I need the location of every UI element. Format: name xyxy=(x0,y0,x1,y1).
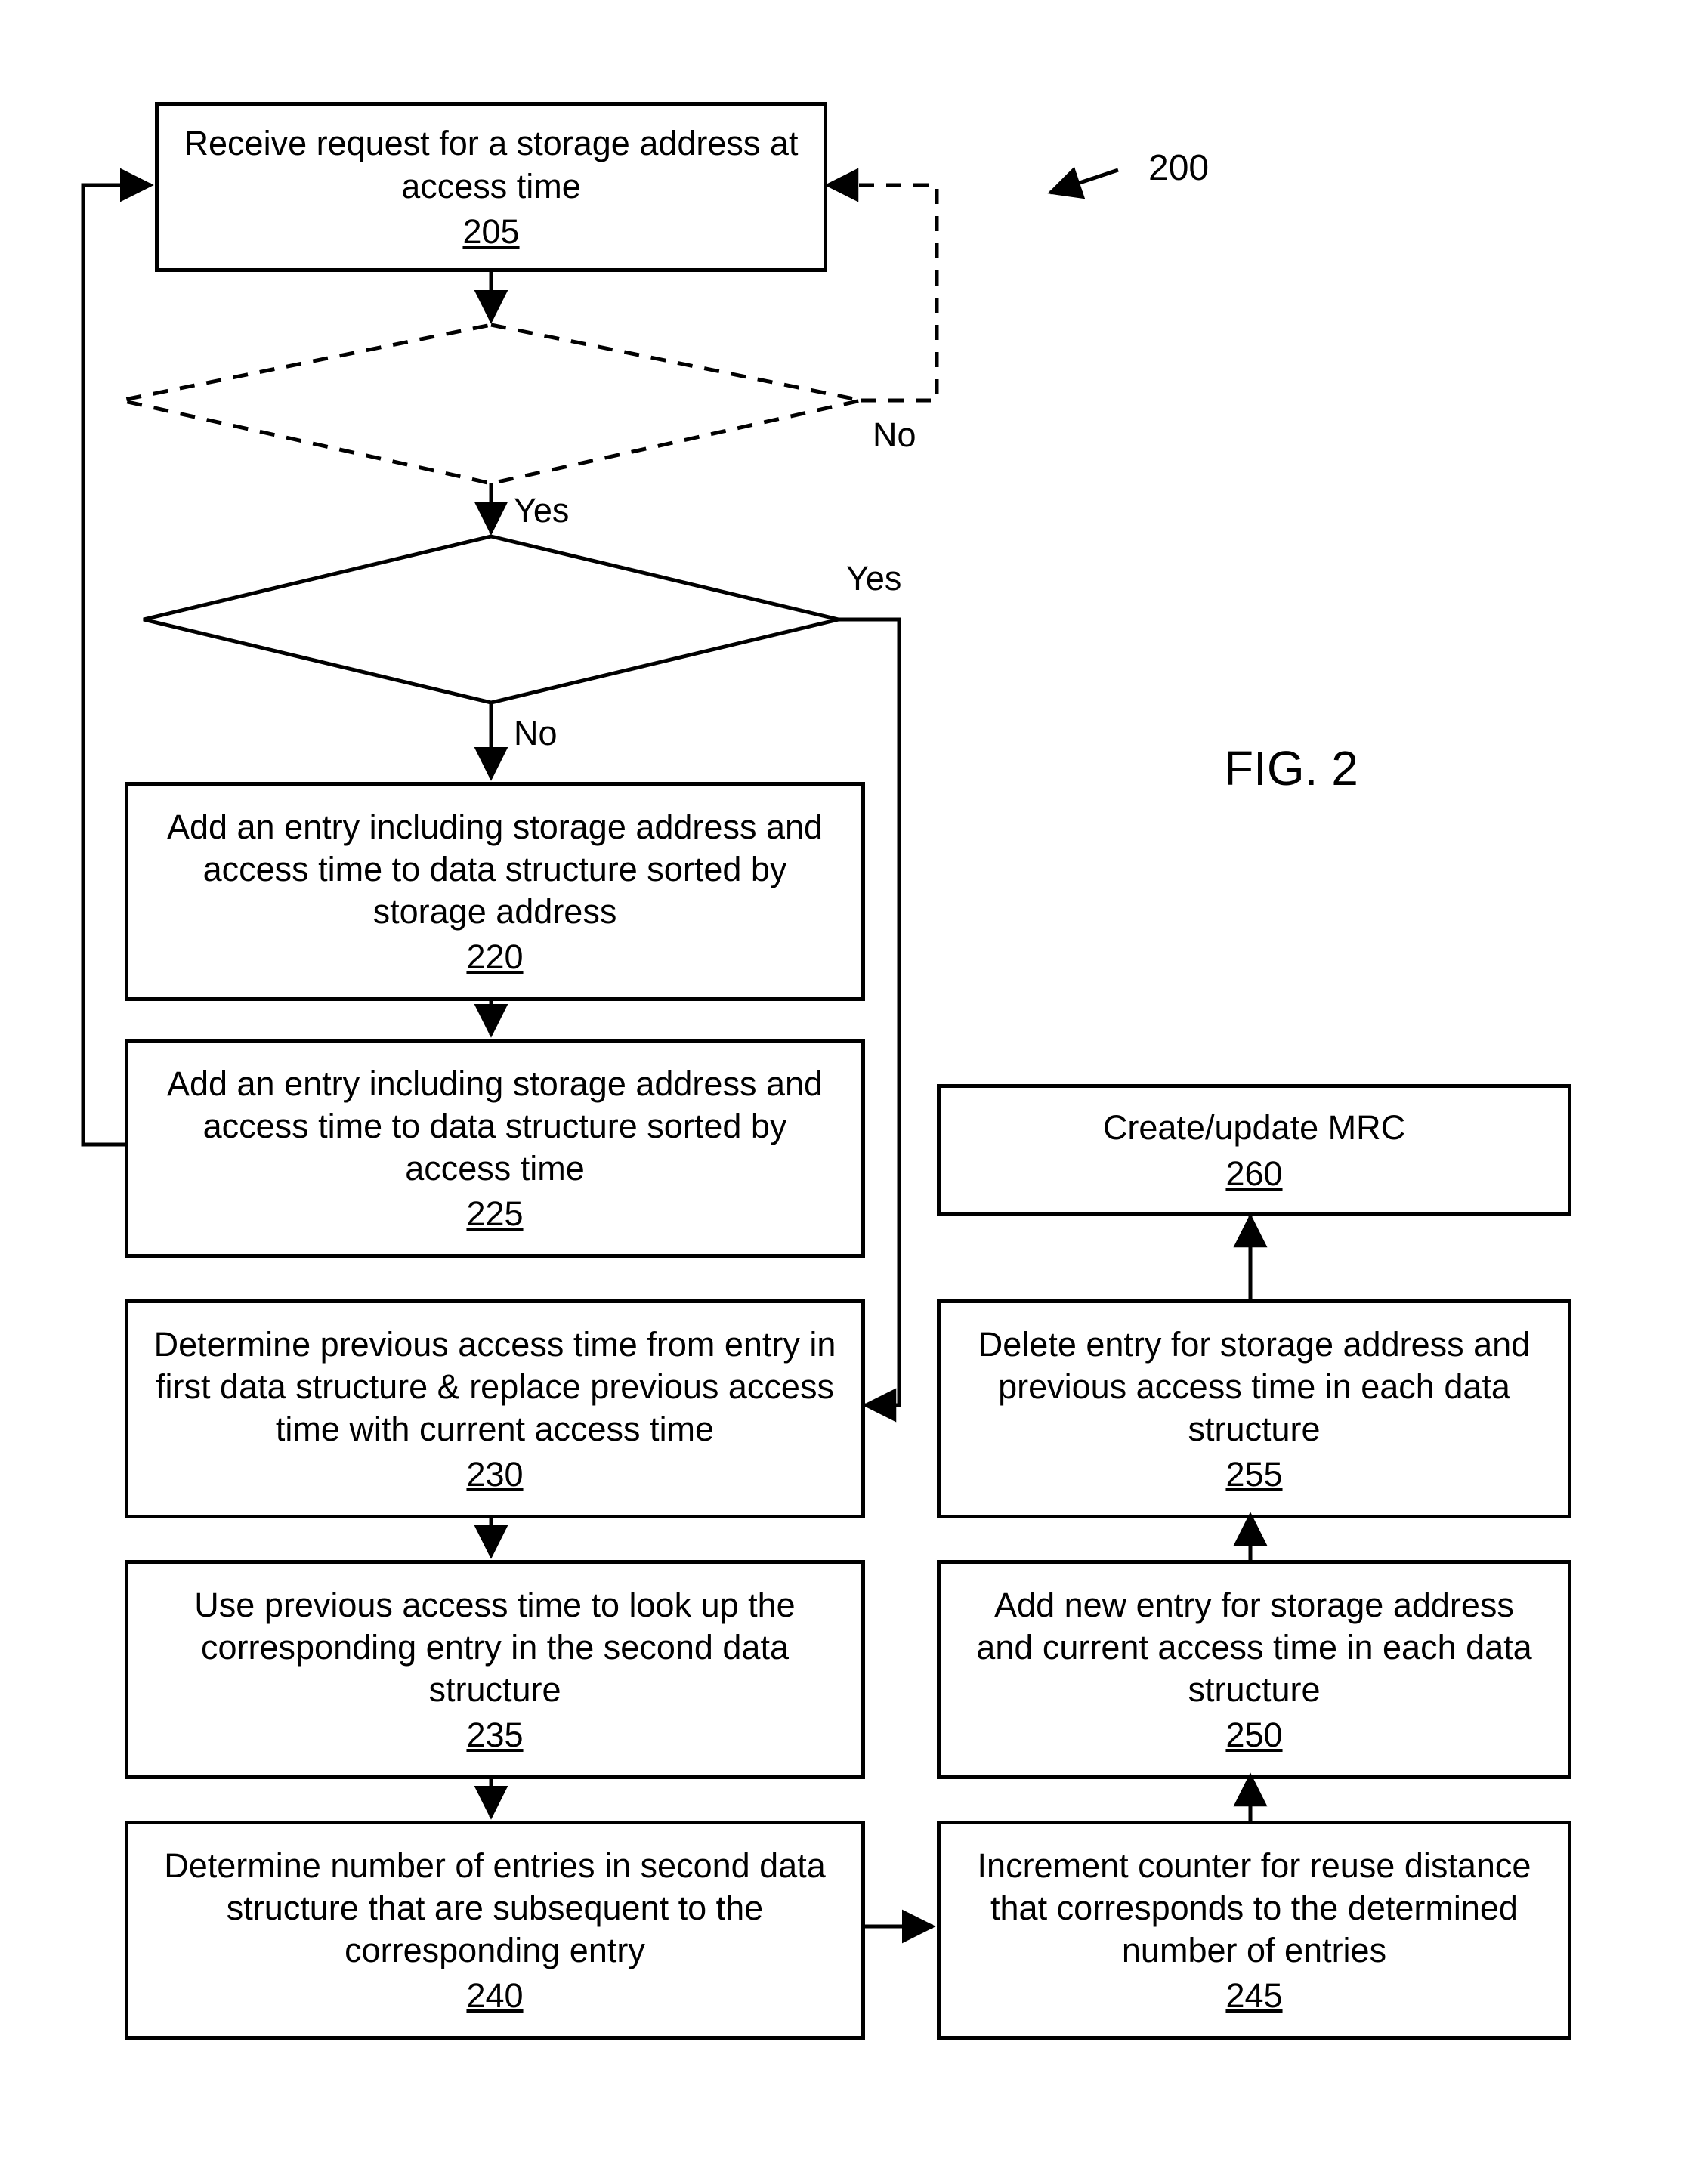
edge-215-yes: Yes xyxy=(846,559,901,598)
edge-215-no: No xyxy=(514,714,558,753)
node-260: Create/update MRC 260 xyxy=(937,1084,1571,1216)
node-235-text: Use previous access time to look up the … xyxy=(128,1584,861,1712)
flowchart-canvas: FIG. 2 200 Receive request for a storage… xyxy=(0,0,1681,2184)
node-215-ref: 215 xyxy=(462,646,519,684)
node-245-ref: 245 xyxy=(1225,1976,1282,2016)
node-245-text: Increment counter for reuse distance tha… xyxy=(941,1845,1568,1972)
node-215-text: Storage address in first data structure? xyxy=(219,559,763,644)
node-255-ref: 255 xyxy=(1225,1455,1282,1494)
node-245: Increment counter for reuse distance tha… xyxy=(937,1821,1571,2040)
node-220-ref: 220 xyxy=(466,938,523,977)
node-250-ref: 250 xyxy=(1225,1716,1282,1755)
node-205-text: Receive request for a storage address at… xyxy=(159,122,824,208)
node-255: Delete entry for storage address and pre… xyxy=(937,1299,1571,1518)
node-240-ref: 240 xyxy=(466,1976,523,2016)
edge-210-no: No xyxy=(873,415,916,455)
node-210-label: Is storage address tracked? 210 xyxy=(287,344,695,471)
node-205-ref: 205 xyxy=(462,212,519,252)
node-230-ref: 230 xyxy=(466,1455,523,1494)
node-210-ref: 210 xyxy=(462,431,519,469)
figure-ref-200: 200 xyxy=(1148,147,1209,189)
node-225-ref: 225 xyxy=(466,1194,523,1234)
node-255-text: Delete entry for storage address and pre… xyxy=(941,1324,1568,1451)
node-210-text: Is storage address tracked? xyxy=(287,344,695,429)
node-235-ref: 235 xyxy=(466,1716,523,1755)
node-260-text: Create/update MRC xyxy=(1080,1107,1428,1149)
node-225-text: Add an entry including storage address a… xyxy=(128,1063,861,1191)
node-205: Receive request for a storage address at… xyxy=(155,102,827,272)
edge-210-yes: Yes xyxy=(514,491,569,530)
node-260-ref: 260 xyxy=(1225,1154,1282,1194)
node-230: Determine previous access time from entr… xyxy=(125,1299,865,1518)
figure-label: FIG. 2 xyxy=(1224,740,1358,796)
node-235: Use previous access time to look up the … xyxy=(125,1560,865,1779)
node-240: Determine number of entries in second da… xyxy=(125,1821,865,2040)
node-220: Add an entry including storage address a… xyxy=(125,782,865,1001)
node-225: Add an entry including storage address a… xyxy=(125,1039,865,1258)
node-250: Add new entry for storage address and cu… xyxy=(937,1560,1571,1779)
node-215-label: Storage address in first data structure?… xyxy=(219,559,763,687)
node-250-text: Add new entry for storage address and cu… xyxy=(941,1584,1568,1712)
node-240-text: Determine number of entries in second da… xyxy=(128,1845,861,1972)
node-230-text: Determine previous access time from entr… xyxy=(128,1324,861,1451)
node-220-text: Add an entry including storage address a… xyxy=(128,806,861,934)
